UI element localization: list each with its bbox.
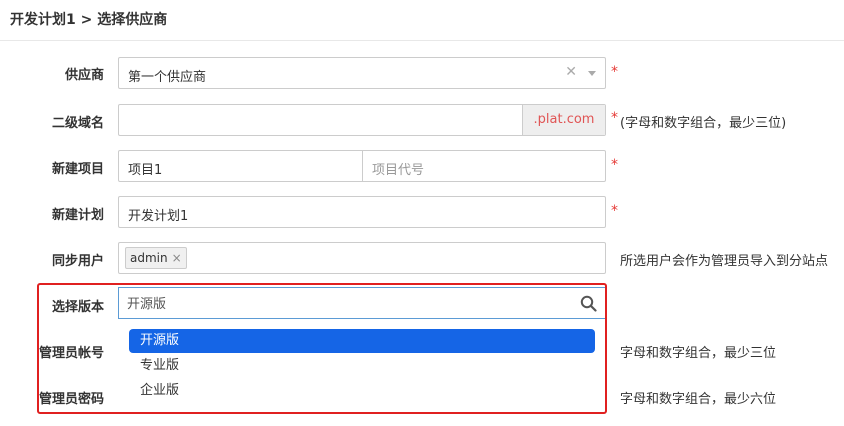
highlight-annotation-box	[37, 283, 607, 414]
supplier-label: 供应商	[64, 68, 104, 83]
domain-suffix: .plat.com	[522, 105, 605, 135]
domain-field[interactable]: .plat.com	[118, 104, 606, 136]
remove-tag-icon[interactable]: ×	[172, 251, 182, 265]
sync-users-hint: 所选用户会作为管理员导入到分站点	[620, 254, 829, 269]
admin-account-hint: 字母和数字组合，最少三位	[620, 346, 777, 361]
plan-input[interactable]: 开发计划1	[118, 196, 606, 228]
user-tag: admin ×	[125, 247, 187, 269]
chevron-down-icon[interactable]	[588, 71, 596, 76]
project-name-input[interactable]: 项目1	[128, 159, 162, 178]
required-marker: *	[611, 203, 618, 219]
required-marker: *	[611, 110, 618, 126]
page-title: 开发计划1 > 选择供应商	[10, 12, 168, 28]
sync-users-multiselect[interactable]: admin ×	[118, 242, 606, 274]
supplier-select[interactable]: 第一个供应商 ✕	[118, 57, 606, 89]
domain-label: 二级域名	[51, 116, 104, 131]
sync-users-label: 同步用户	[51, 254, 104, 269]
project-label: 新建项目	[51, 162, 104, 177]
project-code-input[interactable]: 项目代号	[372, 159, 424, 178]
required-marker: *	[611, 157, 618, 173]
clear-icon[interactable]: ✕	[565, 64, 577, 80]
breadcrumb-header: 开发计划1 > 选择供应商	[0, 0, 844, 41]
plan-input-value: 开发计划1	[128, 209, 189, 224]
admin-password-hint: 字母和数字组合，最少六位	[620, 392, 777, 407]
supplier-selected-value: 第一个供应商	[128, 70, 207, 85]
domain-hint: (字母和数字组合，最少三位)	[620, 116, 787, 131]
required-marker: *	[611, 64, 618, 80]
user-tag-label: admin	[130, 251, 168, 265]
plan-label: 新建计划	[51, 208, 104, 223]
field-divider	[362, 151, 363, 181]
project-field-group: 项目1 项目代号	[118, 150, 606, 182]
